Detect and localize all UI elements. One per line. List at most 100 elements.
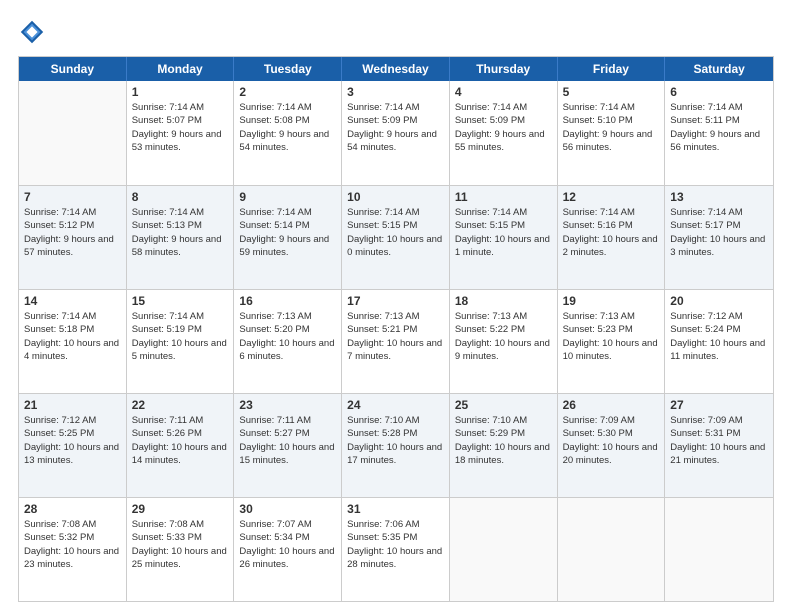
calendar-cell: 25 Sunrise: 7:10 AMSunset: 5:29 PMDayligh… — [450, 394, 558, 497]
calendar-cell: 3Sunrise: 7:14 AMSunset: 5:09 PMDaylight… — [342, 81, 450, 185]
cell-info: Sunrise: 7:14 AMSunset: 5:14 PMDaylight:… — [239, 206, 336, 259]
cell-info: Sunrise: 7:14 AMSunset: 5:09 PMDaylight:… — [455, 101, 552, 154]
day-number: 18 — [455, 294, 552, 308]
cell-info: Sunrise: 7:10 AMSunset: 5:29 PMDaylight:… — [455, 414, 552, 467]
cell-info: Sunrise: 7:14 AMSunset: 5:15 PMDaylight:… — [347, 206, 444, 259]
calendar-cell: 1Sunrise: 7:14 AMSunset: 5:07 PMDaylight… — [127, 81, 235, 185]
logo — [18, 18, 50, 46]
cell-info: Sunrise: 7:14 AMSunset: 5:15 PMDaylight:… — [455, 206, 552, 259]
cell-info: Sunrise: 7:10 AMSunset: 5:28 PMDaylight:… — [347, 414, 444, 467]
calendar-cell: 27 Sunrise: 7:09 AMSunset: 5:31 PMDayligh… — [665, 394, 773, 497]
weekday-header: Tuesday — [234, 57, 342, 81]
day-number: 19 — [563, 294, 660, 308]
cell-info: Sunrise: 7:13 AMSunset: 5:22 PMDaylight:… — [455, 310, 552, 363]
cell-info: Sunrise: 7:14 AMSunset: 5:18 PMDaylight:… — [24, 310, 121, 363]
cell-info: Sunrise: 7:09 AMSunset: 5:31 PMDaylight:… — [670, 414, 768, 467]
weekday-header: Thursday — [450, 57, 558, 81]
day-number: 3 — [347, 85, 444, 99]
day-number: 22 — [132, 398, 229, 412]
day-number: 7 — [24, 190, 121, 204]
cell-info: Sunrise: 7:14 AMSunset: 5:19 PMDaylight:… — [132, 310, 229, 363]
calendar-cell: 4 Sunrise: 7:14 AMSunset: 5:09 PMDaylight… — [450, 81, 558, 185]
calendar-cell: 5Sunrise: 7:14 AMSunset: 5:10 PMDaylight… — [558, 81, 666, 185]
day-number: 27 — [670, 398, 768, 412]
calendar-cell: 8 Sunrise: 7:14 AMSunset: 5:13 PMDaylight… — [127, 186, 235, 289]
weekday-header: Sunday — [19, 57, 127, 81]
cell-info: Sunrise: 7:11 AMSunset: 5:27 PMDaylight:… — [239, 414, 336, 467]
day-number: 12 — [563, 190, 660, 204]
cell-info: Sunrise: 7:14 AMSunset: 5:08 PMDaylight:… — [239, 101, 336, 154]
cell-info: Sunrise: 7:12 AMSunset: 5:24 PMDaylight:… — [670, 310, 768, 363]
calendar-row: 1Sunrise: 7:14 AMSunset: 5:07 PMDaylight… — [19, 81, 773, 185]
calendar-cell: 29 Sunrise: 7:08 AMSunset: 5:33 PMDayligh… — [127, 498, 235, 601]
calendar-cell: 14 Sunrise: 7:14 AMSunset: 5:18 PMDayligh… — [19, 290, 127, 393]
calendar-cell: 16 Sunrise: 7:13 AMSunset: 5:20 PMDayligh… — [234, 290, 342, 393]
calendar-cell: 13Sunrise: 7:14 AMSunset: 5:17 PMDayligh… — [665, 186, 773, 289]
day-number: 30 — [239, 502, 336, 516]
cell-info: Sunrise: 7:14 AMSunset: 5:13 PMDaylight:… — [132, 206, 229, 259]
calendar-cell: 11Sunrise: 7:14 AMSunset: 5:15 PMDayligh… — [450, 186, 558, 289]
calendar-row: 21 Sunrise: 7:12 AMSunset: 5:25 PMDayligh… — [19, 393, 773, 497]
day-number: 23 — [239, 398, 336, 412]
cell-info: Sunrise: 7:13 AMSunset: 5:21 PMDaylight:… — [347, 310, 444, 363]
calendar-cell: 26Sunrise: 7:09 AMSunset: 5:30 PMDayligh… — [558, 394, 666, 497]
cell-info: Sunrise: 7:13 AMSunset: 5:23 PMDaylight:… — [563, 310, 660, 363]
calendar-cell: 2 Sunrise: 7:14 AMSunset: 5:08 PMDaylight… — [234, 81, 342, 185]
calendar: SundayMondayTuesdayWednesdayThursdayFrid… — [18, 56, 774, 602]
day-number: 6 — [670, 85, 768, 99]
day-number: 17 — [347, 294, 444, 308]
day-number: 29 — [132, 502, 229, 516]
cell-info: Sunrise: 7:14 AMSunset: 5:11 PMDaylight:… — [670, 101, 768, 154]
day-number: 4 — [455, 85, 552, 99]
day-number: 15 — [132, 294, 229, 308]
calendar-row: 28 Sunrise: 7:08 AMSunset: 5:32 PMDayligh… — [19, 497, 773, 601]
cell-info: Sunrise: 7:12 AMSunset: 5:25 PMDaylight:… — [24, 414, 121, 467]
calendar-body: 1Sunrise: 7:14 AMSunset: 5:07 PMDaylight… — [19, 81, 773, 601]
calendar-cell: 28 Sunrise: 7:08 AMSunset: 5:32 PMDayligh… — [19, 498, 127, 601]
calendar-cell: 24 Sunrise: 7:10 AMSunset: 5:28 PMDayligh… — [342, 394, 450, 497]
calendar-cell: 17 Sunrise: 7:13 AMSunset: 5:21 PMDayligh… — [342, 290, 450, 393]
cell-info: Sunrise: 7:11 AMSunset: 5:26 PMDaylight:… — [132, 414, 229, 467]
day-number: 1 — [132, 85, 229, 99]
calendar-cell: 23 Sunrise: 7:11 AMSunset: 5:27 PMDayligh… — [234, 394, 342, 497]
cell-info: Sunrise: 7:08 AMSunset: 5:33 PMDaylight:… — [132, 518, 229, 571]
calendar-cell: 19 Sunrise: 7:13 AMSunset: 5:23 PMDayligh… — [558, 290, 666, 393]
calendar-cell: 10Sunrise: 7:14 AMSunset: 5:15 PMDayligh… — [342, 186, 450, 289]
weekday-header: Wednesday — [342, 57, 450, 81]
calendar-cell — [450, 498, 558, 601]
cell-info: Sunrise: 7:14 AMSunset: 5:16 PMDaylight:… — [563, 206, 660, 259]
calendar-cell: 30 Sunrise: 7:07 AMSunset: 5:34 PMDayligh… — [234, 498, 342, 601]
weekday-header: Monday — [127, 57, 235, 81]
day-number: 25 — [455, 398, 552, 412]
day-number: 24 — [347, 398, 444, 412]
calendar-cell: 22 Sunrise: 7:11 AMSunset: 5:26 PMDayligh… — [127, 394, 235, 497]
page: SundayMondayTuesdayWednesdayThursdayFrid… — [0, 0, 792, 612]
weekday-header: Friday — [558, 57, 666, 81]
calendar-cell — [665, 498, 773, 601]
calendar-cell: 20 Sunrise: 7:12 AMSunset: 5:24 PMDayligh… — [665, 290, 773, 393]
cell-info: Sunrise: 7:08 AMSunset: 5:32 PMDaylight:… — [24, 518, 121, 571]
cell-info: Sunrise: 7:07 AMSunset: 5:34 PMDaylight:… — [239, 518, 336, 571]
header — [18, 18, 774, 46]
calendar-cell — [19, 81, 127, 185]
day-number: 20 — [670, 294, 768, 308]
day-number: 26 — [563, 398, 660, 412]
day-number: 16 — [239, 294, 336, 308]
day-number: 14 — [24, 294, 121, 308]
cell-info: Sunrise: 7:13 AMSunset: 5:20 PMDaylight:… — [239, 310, 336, 363]
day-number: 2 — [239, 85, 336, 99]
day-number: 31 — [347, 502, 444, 516]
calendar-cell: 9Sunrise: 7:14 AMSunset: 5:14 PMDaylight… — [234, 186, 342, 289]
cell-info: Sunrise: 7:14 AMSunset: 5:12 PMDaylight:… — [24, 206, 121, 259]
calendar-cell: 18 Sunrise: 7:13 AMSunset: 5:22 PMDayligh… — [450, 290, 558, 393]
calendar-header: SundayMondayTuesdayWednesdayThursdayFrid… — [19, 57, 773, 81]
logo-icon — [18, 18, 46, 46]
calendar-cell: 15 Sunrise: 7:14 AMSunset: 5:19 PMDayligh… — [127, 290, 235, 393]
day-number: 28 — [24, 502, 121, 516]
day-number: 21 — [24, 398, 121, 412]
weekday-header: Saturday — [665, 57, 773, 81]
calendar-row: 7 Sunrise: 7:14 AMSunset: 5:12 PMDaylight… — [19, 185, 773, 289]
calendar-cell: 6 Sunrise: 7:14 AMSunset: 5:11 PMDaylight… — [665, 81, 773, 185]
day-number: 8 — [132, 190, 229, 204]
calendar-cell: 12 Sunrise: 7:14 AMSunset: 5:16 PMDayligh… — [558, 186, 666, 289]
